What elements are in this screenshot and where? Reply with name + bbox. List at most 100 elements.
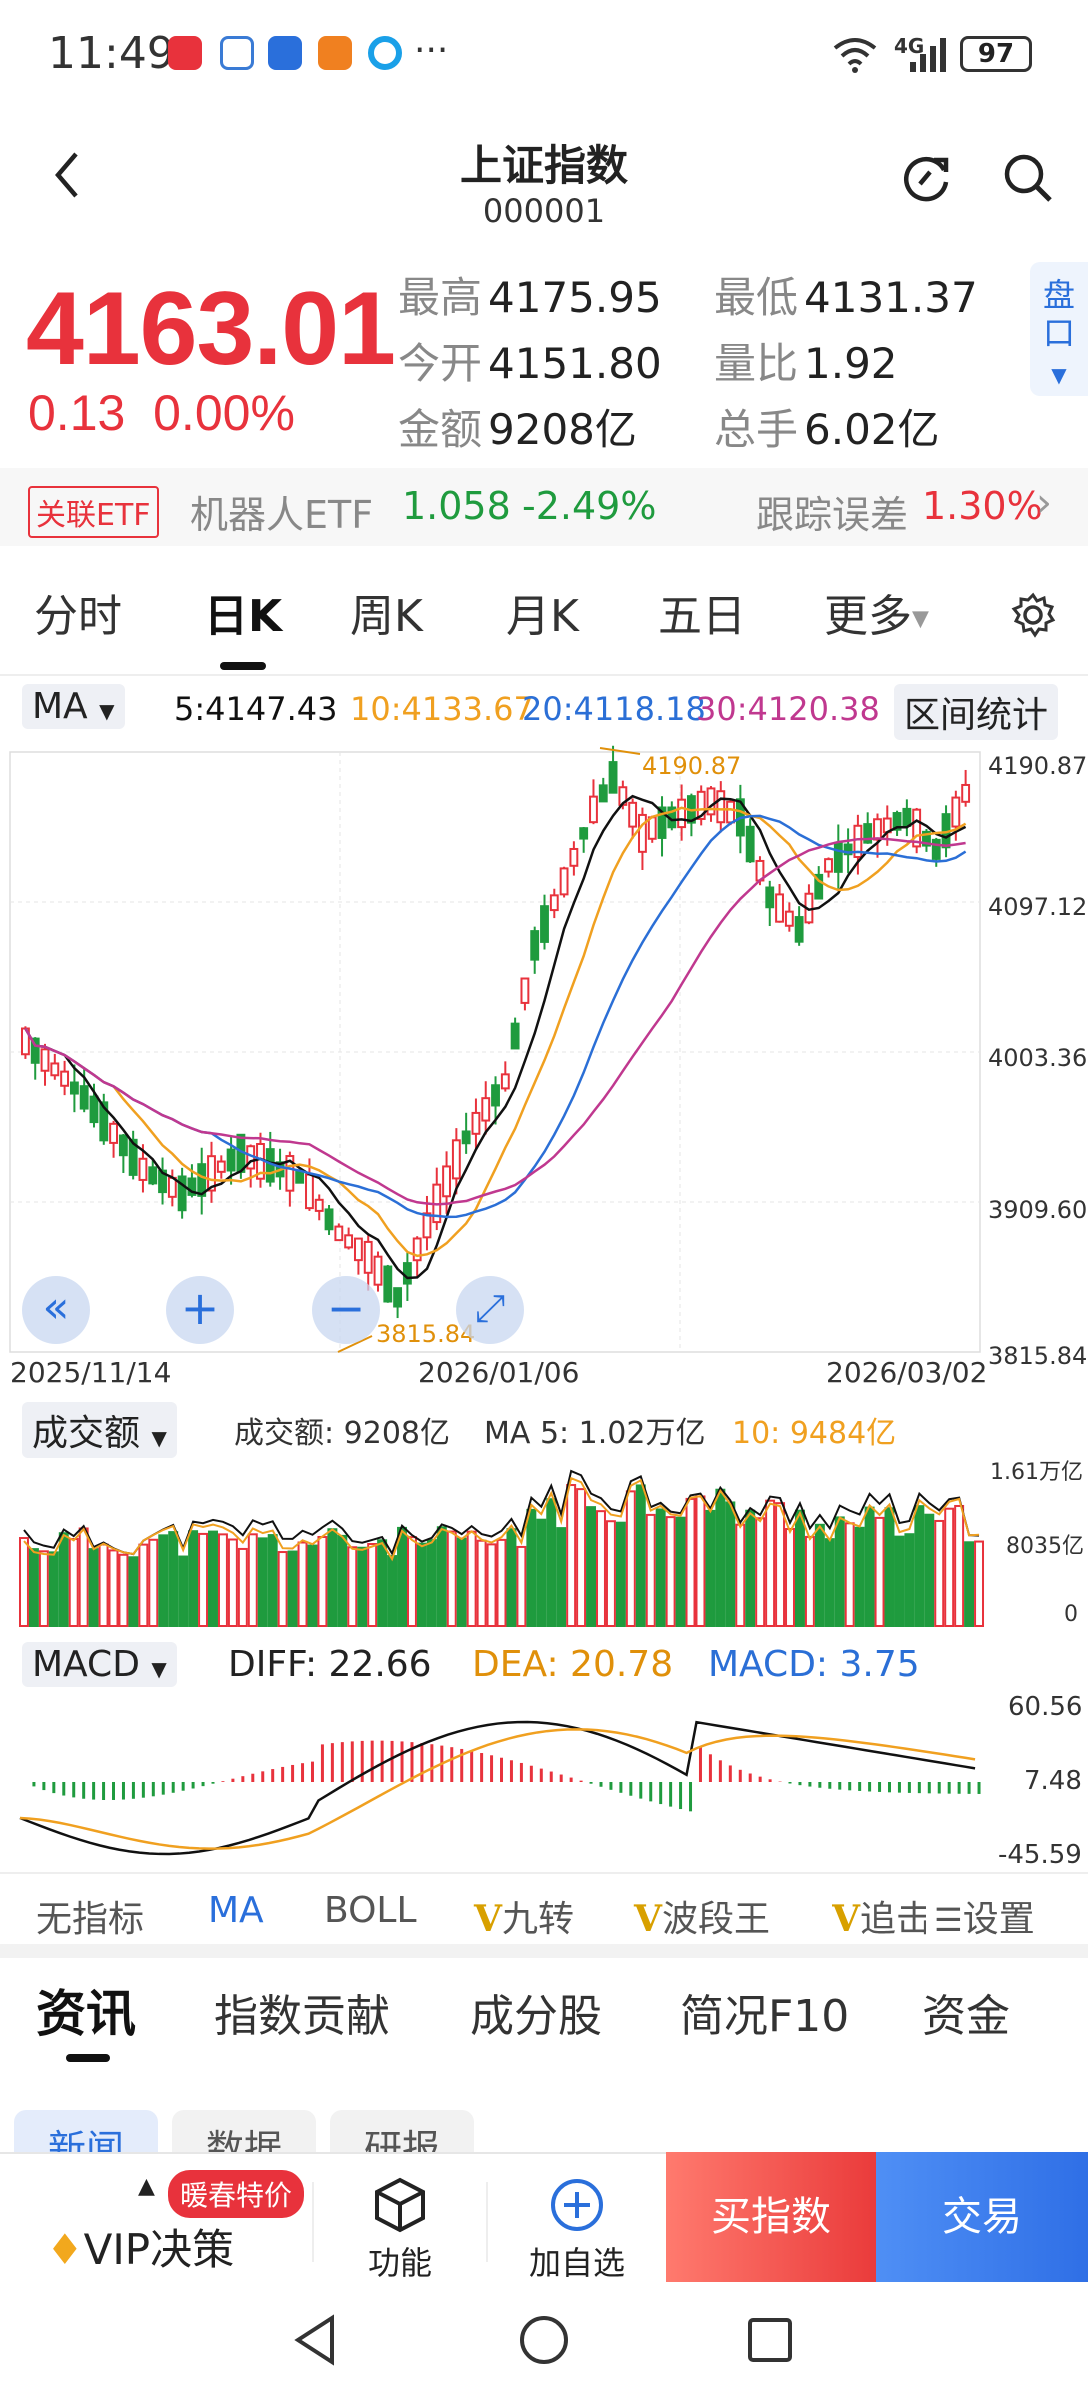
macd-selector[interactable]: MACD ▼ bbox=[22, 1642, 177, 1687]
volume-bar-down bbox=[287, 1550, 298, 1627]
volume-bar-up bbox=[118, 1553, 129, 1627]
section-gap bbox=[0, 1944, 1088, 1958]
tab-five-day[interactable]: 五日 bbox=[658, 580, 746, 644]
volume-bar-down bbox=[834, 1516, 845, 1627]
volume-bar-up bbox=[974, 1540, 985, 1627]
volume-bar-down bbox=[178, 1555, 189, 1627]
ma20-line bbox=[24, 814, 967, 1219]
indicator-zhuiji[interactable]: V追击 bbox=[832, 1890, 926, 1942]
candle-up bbox=[500, 1073, 510, 1090]
collapse-left-icon[interactable]: « bbox=[22, 1276, 90, 1344]
trade-button[interactable]: 交易 bbox=[876, 2152, 1088, 2282]
settings-label: 设置 bbox=[962, 1899, 1035, 1940]
settings-gear-icon[interactable] bbox=[1010, 592, 1056, 638]
tab-index-contribution[interactable]: 指数贡献 bbox=[214, 1980, 390, 2044]
indicator-none[interactable]: 无指标 bbox=[36, 1890, 144, 1942]
indicator-jiuzhuan[interactable]: V九转 bbox=[474, 1890, 574, 1942]
function-button[interactable]: 功能 bbox=[362, 2176, 438, 2284]
more-notifications-icon: ··· bbox=[414, 30, 449, 71]
volume-bar-down bbox=[506, 1528, 517, 1627]
add-watchlist-button[interactable]: 加自选 bbox=[522, 2176, 632, 2284]
macd-chart[interactable] bbox=[0, 1690, 1088, 1870]
bottom-toolbar: 暖春特价 ▲ ♦VIP决策 功能 加自选 买指数 交易 bbox=[0, 2152, 1088, 2282]
sliders-icon: ☰ bbox=[934, 1901, 963, 1939]
volume-bar-up bbox=[148, 1538, 159, 1627]
caret-up-icon: ▲ bbox=[138, 2174, 155, 2199]
candle-up bbox=[677, 798, 687, 829]
candle-down bbox=[579, 827, 589, 840]
volume-chart[interactable] bbox=[0, 1450, 1088, 1630]
volume-bar-down bbox=[794, 1509, 805, 1627]
current-price: 4163.01 bbox=[26, 271, 396, 387]
candle-up bbox=[726, 800, 736, 824]
volume-bar-up bbox=[954, 1504, 965, 1627]
volume-bar-down bbox=[635, 1484, 646, 1628]
macd-dea: DEA: 20.78 bbox=[472, 1644, 674, 1685]
volume-bar-down bbox=[168, 1531, 179, 1627]
tab-weekly-k[interactable]: 周K bbox=[350, 580, 423, 644]
volume-bar-up bbox=[476, 1539, 487, 1627]
candle-down bbox=[393, 1287, 403, 1308]
volume-bar-down bbox=[158, 1534, 169, 1627]
indicator-boll[interactable]: BOLL bbox=[324, 1890, 417, 1931]
indicator-boduanwang[interactable]: V波段王 bbox=[634, 1890, 770, 1942]
candle-up bbox=[363, 1240, 373, 1274]
pankou-button[interactable]: 盘口 ▼ bbox=[1030, 262, 1088, 396]
volume-bar-down bbox=[814, 1523, 825, 1627]
stat-total-hands: 总手 6.02亿 bbox=[714, 396, 940, 457]
stat-label: 最高 bbox=[398, 273, 483, 322]
tab-daily-k[interactable]: 日K bbox=[204, 580, 282, 644]
volume-bar-up bbox=[775, 1502, 786, 1627]
fullscreen-icon[interactable]: ⤢ bbox=[456, 1276, 524, 1344]
candle-down bbox=[89, 1095, 99, 1124]
indicator-label: 波段王 bbox=[661, 1899, 770, 1940]
candle-up bbox=[471, 1111, 481, 1135]
candle-up bbox=[373, 1255, 383, 1286]
indicator-ma[interactable]: MA bbox=[208, 1890, 264, 1931]
candle-up bbox=[873, 818, 882, 841]
related-etf-row[interactable]: 关联ETF 机器人ETF 1.058 -2.49% 跟踪误差 1.30% › bbox=[0, 468, 1088, 546]
stat-label: 总手 bbox=[714, 405, 799, 454]
zoom-out-icon[interactable]: − bbox=[312, 1276, 380, 1344]
stat-value: 4151.80 bbox=[488, 339, 662, 388]
etf-tag: 关联ETF bbox=[28, 486, 159, 538]
status-time: 11:49 bbox=[48, 28, 175, 79]
indicator-settings[interactable]: ☰设置 bbox=[934, 1890, 1035, 1942]
ma-selector[interactable]: MA ▼ bbox=[22, 684, 125, 729]
stat-high: 最高 4175.95 bbox=[398, 264, 662, 325]
volume-bar-down bbox=[436, 1526, 447, 1627]
vip-decision-button[interactable]: ♦VIP决策 bbox=[46, 2216, 234, 2277]
candle-up bbox=[589, 795, 598, 824]
kline-chart[interactable] bbox=[0, 740, 1088, 1400]
nav-back-icon[interactable] bbox=[290, 2312, 340, 2368]
volume-bar-down bbox=[387, 1555, 398, 1627]
tab-intraday[interactable]: 分时 bbox=[34, 580, 122, 644]
x-label-start: 2025/11/14 bbox=[10, 1356, 172, 1389]
refresh-icon[interactable] bbox=[898, 150, 954, 206]
volume-bar-down bbox=[745, 1509, 756, 1627]
tab-f10[interactable]: 简况F10 bbox=[680, 1980, 849, 2044]
search-icon[interactable] bbox=[1002, 152, 1054, 204]
volume-bar-up bbox=[38, 1550, 49, 1627]
nav-home-icon[interactable] bbox=[516, 2312, 572, 2368]
volume-bar-up bbox=[735, 1523, 746, 1627]
nav-recents-icon[interactable] bbox=[744, 2314, 796, 2366]
tab-funds[interactable]: 资金 bbox=[922, 1980, 1010, 2044]
zoom-in-icon[interactable]: + bbox=[166, 1276, 234, 1344]
candle-down bbox=[902, 807, 912, 827]
volume-bar-down bbox=[128, 1556, 139, 1627]
promo-badge: 暖春特价 bbox=[168, 2170, 305, 2218]
range-stats-button[interactable]: 区间统计 bbox=[894, 684, 1059, 740]
stat-label: 今开 bbox=[398, 339, 483, 388]
tab-monthly-k[interactable]: 月K bbox=[506, 580, 579, 644]
active-bottom-tab-indicator bbox=[66, 2054, 110, 2062]
high-marker-line bbox=[599, 747, 641, 755]
candle-up bbox=[216, 1160, 226, 1173]
volume-bar-up bbox=[645, 1513, 656, 1627]
tab-more[interactable]: 更多▼ bbox=[824, 580, 929, 644]
tab-news[interactable]: 资讯 bbox=[36, 1974, 136, 2046]
candle-up bbox=[167, 1176, 177, 1198]
stat-value: 4131.37 bbox=[804, 273, 978, 322]
buy-index-button[interactable]: 买指数 bbox=[666, 2152, 876, 2282]
tab-constituents[interactable]: 成分股 bbox=[470, 1980, 602, 2044]
